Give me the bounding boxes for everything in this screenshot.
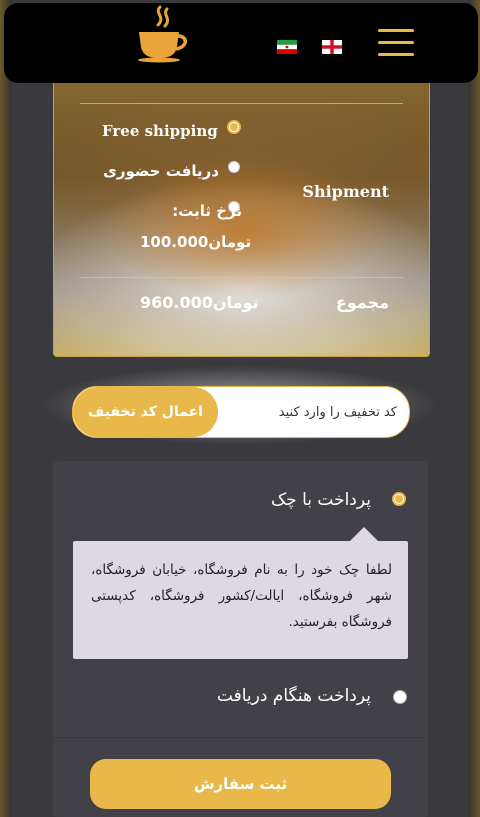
row-divider bbox=[80, 277, 403, 278]
payment-methods-panel: پرداخت با چک لطفا چک خود را به نام فروشگ… bbox=[53, 461, 428, 817]
cheque-payment-label[interactable]: پرداخت با چک bbox=[271, 490, 371, 510]
cart-totals-panel: Shipment Free shipping دریافت حضوری نرخ … bbox=[53, 60, 430, 357]
apply-coupon-button[interactable]: اعمال کد تخفیف bbox=[73, 387, 218, 437]
menu-bar bbox=[378, 53, 414, 56]
menu-bar bbox=[378, 41, 414, 44]
flat-rate-price: 100.000تومان bbox=[140, 233, 252, 251]
hamburger-menu-icon[interactable] bbox=[378, 29, 414, 57]
menu-bar bbox=[378, 29, 414, 32]
iran-flag-icon[interactable] bbox=[277, 40, 297, 54]
coffee-cup-logo-icon[interactable] bbox=[134, 5, 190, 63]
cheque-payment-description: لطفا چک خود را به نام فروشگاه، خیابان فر… bbox=[73, 527, 408, 659]
order-total-value: 960.000تومان bbox=[140, 293, 259, 312]
row-divider bbox=[80, 103, 403, 104]
free-shipping-radio[interactable] bbox=[227, 120, 241, 134]
free-shipping-label[interactable]: Free shipping bbox=[102, 122, 218, 140]
local-pickup-radio[interactable] bbox=[228, 161, 240, 173]
place-order-button[interactable]: ثبت سفارش bbox=[90, 759, 391, 809]
shipment-label: Shipment bbox=[302, 182, 389, 201]
cash-on-delivery-label[interactable]: پرداخت هنگام دریافت bbox=[217, 686, 371, 706]
site-header bbox=[4, 3, 478, 83]
coupon-code-input[interactable] bbox=[219, 387, 409, 437]
flat-rate-label[interactable]: نرخ ثابت: bbox=[172, 202, 242, 220]
local-pickup-label[interactable]: دریافت حضوری bbox=[103, 162, 219, 180]
england-flag-icon[interactable] bbox=[322, 40, 342, 54]
order-total-label: مجموع bbox=[335, 293, 389, 312]
cash-on-delivery-radio[interactable] bbox=[393, 690, 407, 704]
payment-divider bbox=[53, 737, 428, 738]
cheque-payment-radio[interactable] bbox=[392, 492, 406, 506]
coupon-form: اعمال کد تخفیف bbox=[72, 386, 410, 438]
